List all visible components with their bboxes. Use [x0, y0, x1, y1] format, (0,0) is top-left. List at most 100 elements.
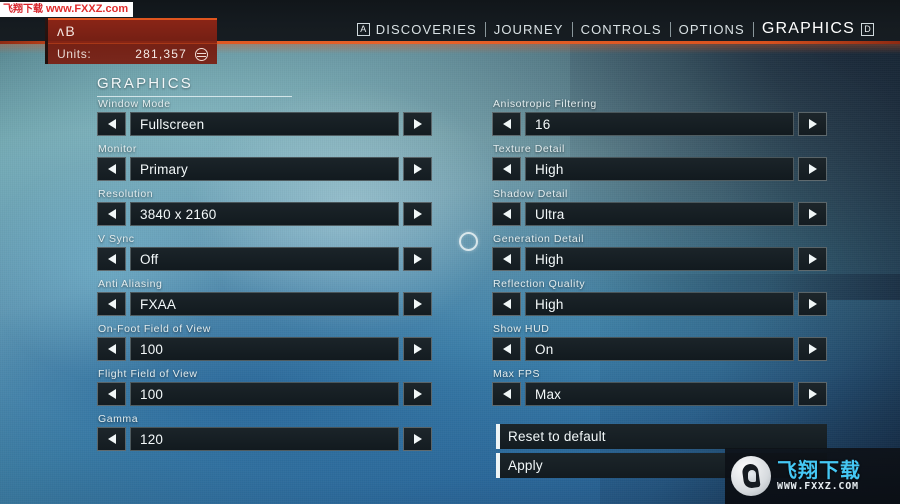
nav-item-options-label: OPTIONS — [678, 21, 745, 37]
setting-row: Flight Field of View 100 — [97, 368, 432, 413]
setting-value-field[interactable]: On — [525, 337, 794, 361]
watermark-top-cn-text: 飞翔下载 — [3, 3, 43, 15]
arrow-left-icon-button[interactable] — [97, 202, 126, 226]
arrow-right-icon-button[interactable] — [403, 427, 432, 451]
reset-to-default-label: Reset to default — [508, 429, 606, 444]
settings-column-left: Window Mode Fullscreen Monitor Primary Resol… — [97, 98, 432, 458]
key-hint-d-icon: D — [861, 22, 874, 36]
setting-value: 100 — [140, 341, 164, 357]
arrow-left-icon-button[interactable] — [97, 427, 126, 451]
setting-value-field[interactable]: 3840 x 2160 — [130, 202, 399, 226]
arrow-right-icon-button[interactable] — [798, 247, 827, 271]
arrow-left-icon-button[interactable] — [492, 337, 521, 361]
setting-control: High — [492, 247, 827, 271]
setting-control: Max — [492, 382, 827, 406]
setting-row: Max FPS Max — [492, 368, 827, 413]
setting-row: Texture Detail High — [492, 143, 827, 188]
triangle-left-icon — [107, 209, 116, 219]
arrow-left-icon-button[interactable] — [97, 112, 126, 136]
arrow-left-icon-button[interactable] — [97, 157, 126, 181]
setting-label: Max FPS — [493, 368, 541, 380]
triangle-left-icon — [502, 389, 511, 399]
arrow-left-icon-button[interactable] — [97, 247, 126, 271]
reset-to-default-button[interactable]: Reset to default — [496, 424, 827, 449]
arrow-right-icon-button[interactable] — [403, 292, 432, 316]
arrow-left-icon-button[interactable] — [97, 382, 126, 406]
triangle-right-icon — [808, 299, 817, 309]
setting-label: V Sync — [98, 233, 135, 245]
setting-value-field[interactable]: 100 — [130, 337, 399, 361]
setting-control: FXAA — [97, 292, 432, 316]
arrow-right-icon-button[interactable] — [403, 202, 432, 226]
setting-control: High — [492, 292, 827, 316]
setting-control: Fullscreen — [97, 112, 432, 136]
setting-value: Fullscreen — [140, 116, 205, 132]
setting-control: 16 — [492, 112, 827, 136]
setting-row: Anti Aliasing FXAA — [97, 278, 432, 323]
setting-control: 120 — [97, 427, 432, 451]
setting-value-field[interactable]: Ultra — [525, 202, 794, 226]
setting-value-field[interactable]: High — [525, 292, 794, 316]
triangle-right-icon — [808, 254, 817, 264]
setting-value-field[interactable]: Max — [525, 382, 794, 406]
setting-value-field[interactable]: FXAA — [130, 292, 399, 316]
arrow-right-icon-button[interactable] — [798, 292, 827, 316]
nav-separator — [752, 21, 754, 37]
arrow-right-icon-button[interactable] — [798, 382, 827, 406]
arrow-right-icon-button[interactable] — [403, 382, 432, 406]
setting-value-field[interactable]: Primary — [130, 157, 399, 181]
setting-row: V Sync Off — [97, 233, 432, 278]
nav-item-graphics[interactable]: GRAPHICS D — [754, 20, 878, 38]
nav-item-controls[interactable]: CONTROLS — [573, 22, 670, 37]
setting-row: Monitor Primary — [97, 143, 432, 188]
setting-control: 100 — [97, 382, 432, 406]
triangle-right-icon — [413, 209, 422, 219]
arrow-right-icon-button[interactable] — [403, 112, 432, 136]
arrow-left-icon-button[interactable] — [492, 247, 521, 271]
arrow-right-icon-button[interactable] — [798, 337, 827, 361]
player-units-row: Units: 281,357 — [45, 43, 217, 64]
arrow-left-icon-button[interactable] — [97, 292, 126, 316]
arrow-right-icon-button[interactable] — [798, 157, 827, 181]
arrow-left-icon-button[interactable] — [492, 202, 521, 226]
setting-row: Shadow Detail Ultra — [492, 188, 827, 233]
setting-value: 16 — [535, 116, 551, 132]
watermark-text-block: 飞翔下载 WWW.FXXZ.COM — [777, 460, 861, 492]
triangle-left-icon — [502, 164, 511, 174]
arrow-left-icon-button[interactable] — [97, 337, 126, 361]
arrow-right-icon-button[interactable] — [798, 202, 827, 226]
player-info-panel: ʌB Units: 281,357 — [45, 18, 217, 64]
arrow-left-icon-button[interactable] — [492, 157, 521, 181]
triangle-left-icon — [107, 254, 116, 264]
nav-item-journey[interactable]: JOURNEY — [486, 22, 572, 37]
setting-value-field[interactable]: Off — [130, 247, 399, 271]
setting-value: 120 — [140, 431, 164, 447]
units-currency-icon — [195, 48, 208, 61]
arrow-right-icon-button[interactable] — [798, 112, 827, 136]
arrow-right-icon-button[interactable] — [403, 337, 432, 361]
nav-item-discoveries[interactable]: A DISCOVERIES — [349, 22, 485, 37]
arrow-left-icon-button[interactable] — [492, 112, 521, 136]
nav-separator — [571, 21, 573, 37]
setting-row: Resolution 3840 x 2160 — [97, 188, 432, 233]
setting-value: Max — [535, 386, 562, 402]
triangle-left-icon — [502, 344, 511, 354]
triangle-left-icon — [107, 344, 116, 354]
watermark-top-left: 飞翔下载 www.FXXZ.com — [0, 2, 134, 17]
setting-value-field[interactable]: 120 — [130, 427, 399, 451]
arrow-right-icon-button[interactable] — [403, 247, 432, 271]
setting-label: Monitor — [98, 143, 137, 155]
arrow-left-icon-button[interactable] — [492, 382, 521, 406]
arrow-left-icon-button[interactable] — [492, 292, 521, 316]
arrow-right-icon-button[interactable] — [403, 157, 432, 181]
setting-value-field[interactable]: 100 — [130, 382, 399, 406]
nav-item-options[interactable]: OPTIONS — [671, 22, 753, 37]
triangle-right-icon — [808, 344, 817, 354]
setting-control: High — [492, 157, 827, 181]
setting-value-field[interactable]: 16 — [525, 112, 794, 136]
setting-value-field[interactable]: High — [525, 247, 794, 271]
setting-value-field[interactable]: Fullscreen — [130, 112, 399, 136]
nav-separator — [484, 21, 486, 37]
setting-value-field[interactable]: High — [525, 157, 794, 181]
watermark-logo-inner-shape — [748, 470, 756, 482]
